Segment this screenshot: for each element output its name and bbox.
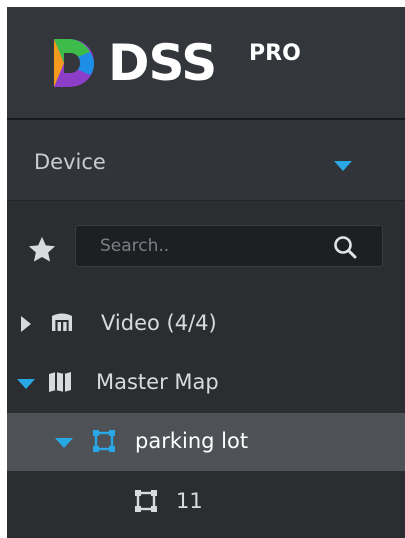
device-dropdown-label: Device [34, 150, 106, 174]
device-dropdown[interactable]: Device [7, 120, 405, 200]
tree-item-parking-lot[interactable]: parking lot [7, 413, 405, 471]
video-device-icon [52, 313, 72, 331]
map-icon [49, 372, 71, 392]
dropdown-divider [7, 200, 405, 201]
tree-item-master-map[interactable]: Master Map [7, 354, 405, 412]
tree-item-video[interactable]: Video (4/4) [7, 295, 405, 353]
expand-arrow-icon[interactable] [21, 316, 31, 332]
map-frame-icon [93, 430, 115, 452]
tree-item-label: 11 [176, 489, 203, 513]
map-frame-icon [135, 490, 157, 512]
brand-name: DSS [108, 34, 217, 92]
tree-item-label: Master Map [96, 370, 219, 394]
header: DSS PRO [7, 7, 405, 118]
brand-edition: PRO [249, 41, 301, 66]
caret-down-icon[interactable] [334, 161, 352, 171]
tree-item-label: Video (4/4) [101, 311, 217, 335]
search-icon[interactable] [332, 234, 358, 260]
search-input[interactable] [100, 234, 320, 258]
tree-item-label: parking lot [135, 429, 249, 453]
search-field[interactable] [75, 225, 383, 267]
dss-logo-icon [54, 39, 94, 87]
collapse-arrow-icon[interactable] [55, 438, 73, 448]
favorite-star-icon[interactable] [27, 235, 57, 265]
collapse-arrow-icon[interactable] [17, 379, 35, 389]
device-tree-panel: DSS PRO Device Video (4/4) [7, 7, 405, 538]
tree-item-11[interactable]: 11 [7, 473, 405, 531]
